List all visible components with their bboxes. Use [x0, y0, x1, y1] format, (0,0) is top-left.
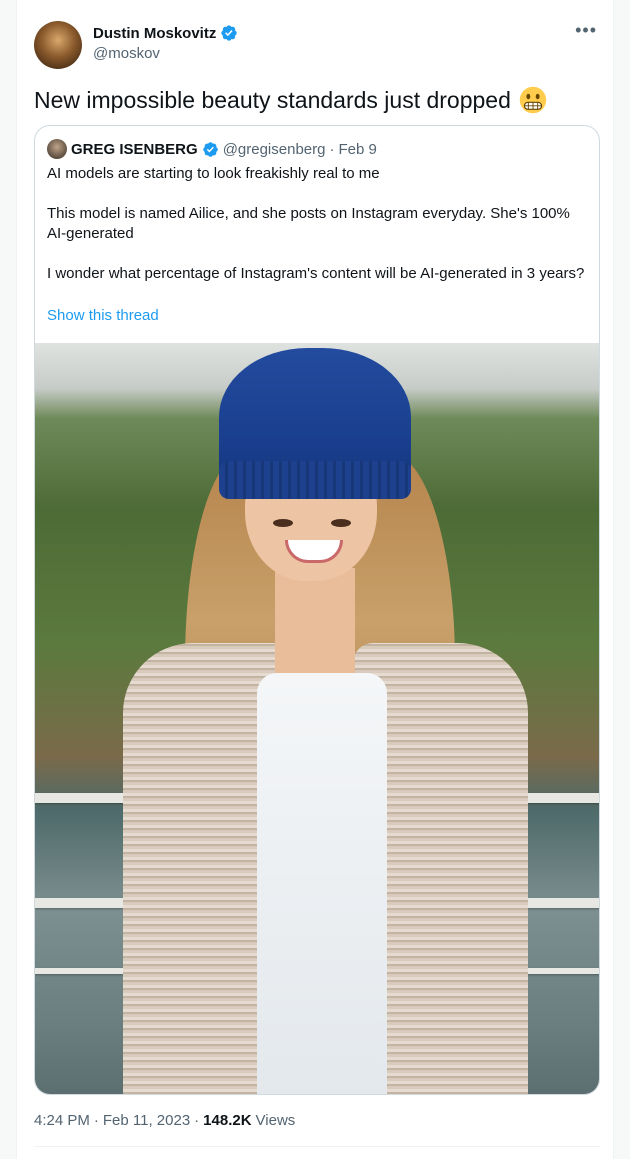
- show-thread-link[interactable]: Show this thread: [47, 307, 159, 324]
- tweet-text: New impossible beauty standards just dro…: [34, 85, 547, 115]
- quoted-paragraph: This model is named Ailice, and she post…: [47, 205, 570, 242]
- divider: [34, 1146, 600, 1147]
- beanie-cuff: [219, 461, 411, 499]
- tweet-text-content: New impossible beauty standards just dro…: [34, 87, 511, 113]
- quoted-tweet[interactable]: GREG ISENBERG @gregisenberg · Feb 9 AI m…: [34, 125, 600, 1095]
- neck: [275, 568, 355, 678]
- quoted-tweet-photo[interactable]: [35, 343, 599, 1094]
- views-label: Views: [255, 1112, 296, 1129]
- quoted-tweet-date: Feb 9: [338, 140, 377, 158]
- separator-dot: ·: [329, 140, 335, 158]
- author-avatar[interactable]: [34, 21, 82, 69]
- quoted-paragraph: I wonder what percentage of Instagram's …: [47, 265, 585, 282]
- grimacing-face-emoji-icon: [519, 86, 547, 114]
- author-name-row: Dustin Moskovitz: [93, 24, 238, 42]
- verified-badge-icon: [202, 141, 218, 157]
- eye-right: [331, 519, 351, 527]
- quoted-tweet-body: AI models are starting to look freakishl…: [47, 164, 587, 304]
- tweet-time[interactable]: 4:24 PM: [34, 1112, 90, 1129]
- separator-dot: ·: [93, 1112, 99, 1129]
- views-count: 148.2K: [203, 1112, 252, 1129]
- author-display-name[interactable]: Dustin Moskovitz: [93, 25, 216, 42]
- quoted-tweet-header: GREG ISENBERG @gregisenberg · Feb 9: [47, 139, 377, 159]
- verified-badge-icon: [221, 25, 238, 41]
- tweet-card: Dustin Moskovitz @moskov ••• New impossi…: [16, 0, 614, 1159]
- quoted-paragraph: AI models are starting to look freakishl…: [47, 165, 380, 182]
- author-handle[interactable]: @moskov: [93, 45, 160, 62]
- quoted-author-avatar: [47, 139, 67, 159]
- more-horizontal-icon[interactable]: •••: [575, 20, 597, 41]
- tweet-meta: 4:24 PM · Feb 11, 2023 · 148.2K Views: [34, 1112, 295, 1129]
- tweet-date[interactable]: Feb 11, 2023: [103, 1112, 190, 1129]
- white-blouse: [257, 673, 387, 1094]
- eye-left: [273, 519, 293, 527]
- separator-dot: ·: [194, 1112, 200, 1129]
- quoted-author-handle: @gregisenberg: [222, 140, 326, 158]
- quoted-author-display-name: GREG ISENBERG: [71, 140, 198, 158]
